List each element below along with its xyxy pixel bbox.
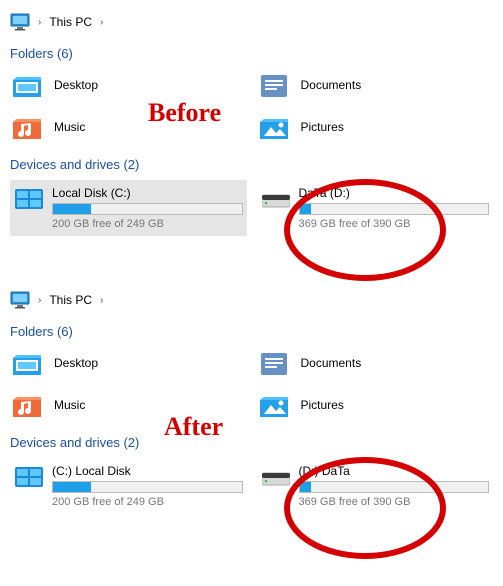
drive-d[interactable]: (D:) DaTa 369 GB free of 390 GB [257,458,494,514]
breadcrumb[interactable]: › This PC › [10,8,493,42]
disk-drive-icon [261,188,291,210]
drive-d[interactable]: DaTa (D:) 369 GB free of 390 GB [257,180,494,236]
this-pc-icon [10,12,30,32]
folder-label: Music [54,398,85,412]
drive-c[interactable]: Local Disk (C:) 200 GB free of 249 GB [10,180,247,236]
drive-usage-bar [52,481,243,493]
disk-drive-icon [261,466,291,488]
folders-header[interactable]: Folders (6) [10,46,493,61]
desktop-icon [10,349,44,377]
chevron-right-icon[interactable]: › [100,295,103,306]
documents-icon [257,71,291,99]
explorer-pane-after: › This PC › Folders (6) Desktop Document… [0,278,503,528]
chevron-right-icon[interactable]: › [38,295,41,306]
music-icon [10,113,44,141]
folder-music[interactable]: Music [10,111,247,143]
desktop-icon [10,71,44,99]
drive-name: (D:) DaTa [299,464,490,478]
folder-desktop[interactable]: Desktop [10,347,247,379]
folder-documents[interactable]: Documents [257,347,494,379]
system-drive-icon [14,466,44,488]
documents-icon [257,349,291,377]
folder-pictures[interactable]: Pictures [257,111,494,143]
pictures-icon [257,391,291,419]
drive-usage-bar [52,203,243,215]
drives-header[interactable]: Devices and drives (2) [10,157,493,172]
folder-label: Documents [301,78,362,92]
folder-label: Documents [301,356,362,370]
chevron-right-icon[interactable]: › [38,17,41,28]
breadcrumb-label[interactable]: This PC [49,293,92,307]
drive-status: 369 GB free of 390 GB [299,218,490,230]
drive-status: 200 GB free of 249 GB [52,496,243,508]
drive-name: DaTa (D:) [299,186,490,200]
drives-header[interactable]: Devices and drives (2) [10,435,493,450]
folder-label: Desktop [54,356,98,370]
folder-label: Pictures [301,398,344,412]
drive-c[interactable]: (C:) Local Disk 200 GB free of 249 GB [10,458,247,514]
system-drive-icon [14,188,44,210]
folder-music[interactable]: Music [10,389,247,421]
drive-status: 369 GB free of 390 GB [299,496,490,508]
drive-usage-bar [299,203,490,215]
this-pc-icon [10,290,30,310]
drive-name: (C:) Local Disk [52,464,243,478]
folder-label: Music [54,120,85,134]
breadcrumb-label[interactable]: This PC [49,15,92,29]
drive-usage-bar [299,481,490,493]
drive-status: 200 GB free of 249 GB [52,218,243,230]
folders-header[interactable]: Folders (6) [10,324,493,339]
breadcrumb[interactable]: › This PC › [10,286,493,320]
folder-label: Pictures [301,120,344,134]
folder-pictures[interactable]: Pictures [257,389,494,421]
drive-name: Local Disk (C:) [52,186,243,200]
chevron-right-icon[interactable]: › [100,17,103,28]
pictures-icon [257,113,291,141]
folder-documents[interactable]: Documents [257,69,494,101]
music-icon [10,391,44,419]
folder-label: Desktop [54,78,98,92]
explorer-pane-before: › This PC › Folders (6) Desktop Document… [0,0,503,250]
folder-desktop[interactable]: Desktop [10,69,247,101]
